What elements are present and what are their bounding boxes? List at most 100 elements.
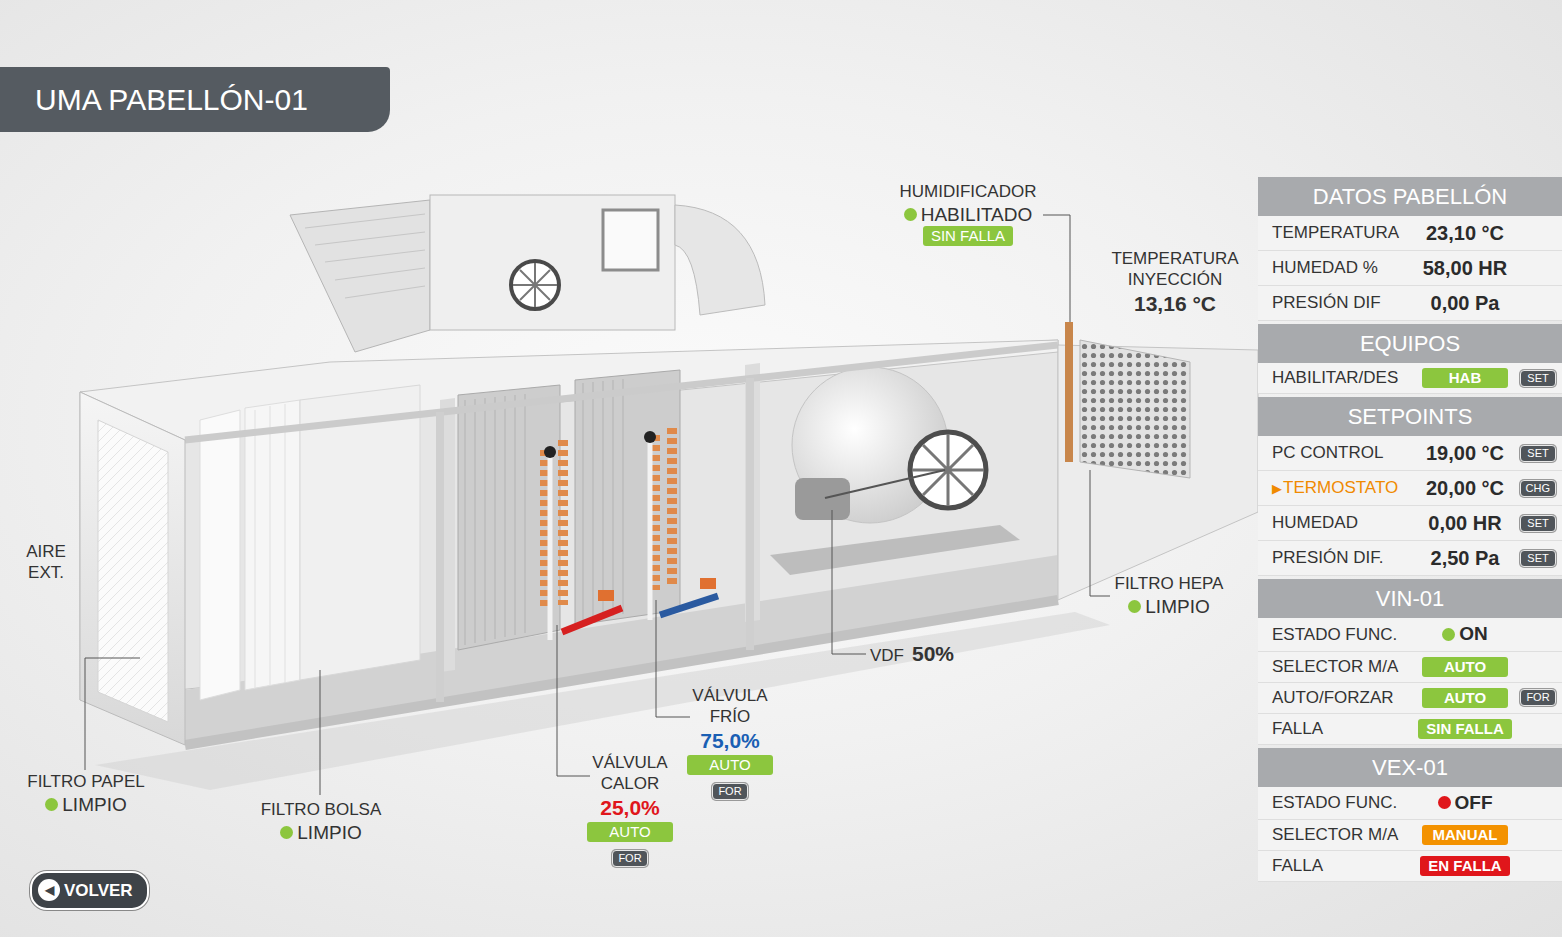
callout-label: FRÍO	[678, 707, 782, 728]
row-label-text: HUMEDAD	[1272, 513, 1358, 532]
row-value-cell: 23,10 °C	[1418, 218, 1512, 248]
callout-label: VÁLVULA	[678, 686, 782, 707]
row-label-text: FALLA	[1272, 856, 1323, 875]
state-badge[interactable]: SIN FALLA	[1418, 719, 1512, 739]
panel-row: FALLA SIN FALLA	[1258, 714, 1562, 745]
row-action-button[interactable]: CHG	[1520, 480, 1556, 497]
mode-badge[interactable]: AUTO	[687, 755, 773, 775]
panel-row: FALLA EN FALLA	[1258, 851, 1562, 882]
row-value: 23,10 °C	[1426, 218, 1504, 248]
row-label: PRESIÓN DIF.	[1272, 545, 1418, 571]
force-button[interactable]: FOR	[612, 850, 648, 867]
callout-label: FILTRO BOLSA	[250, 800, 392, 821]
row-value-cell: HAB	[1418, 368, 1512, 388]
callout-label: FILTRO HEPA	[1105, 574, 1233, 595]
state-badge[interactable]: HAB	[1422, 368, 1508, 388]
back-arrow-icon[interactable]: ◀	[38, 879, 60, 901]
page-title: UMA PABELLÓN-01	[0, 67, 390, 132]
status-text: LIMPIO	[62, 793, 126, 816]
panel-row: TEMPERATURA 23,10 °C	[1258, 216, 1562, 251]
row-label-text: HABILITAR/DES	[1272, 368, 1398, 387]
row-label: TEMPERATURA	[1272, 220, 1418, 246]
row-label: AUTO/FORZAR	[1272, 685, 1418, 711]
panel-row: PRESIÓN DIF. 2,50 Pa SET	[1258, 541, 1562, 576]
status-text: LIMPIO	[297, 821, 361, 844]
row-value-cell: OFF	[1418, 789, 1512, 818]
callout-label: HUMIDIFICADOR	[893, 182, 1043, 203]
row-value-cell: AUTO	[1418, 688, 1512, 708]
callout-inline: VDF 50%	[870, 640, 980, 667]
row-label-text: TERMOSTATO	[1283, 478, 1398, 497]
row-label-text: ESTADO FUNC.	[1272, 793, 1397, 812]
row-action-button[interactable]: SET	[1520, 550, 1556, 567]
row-value-cell: AUTO	[1418, 657, 1512, 677]
callout-status: LIMPIO	[250, 821, 392, 844]
row-value: 2,50 Pa	[1431, 543, 1500, 573]
panel-row: HUMEDAD % 58,00 HR	[1258, 251, 1562, 286]
panel-row: HABILITAR/DES HAB SET	[1258, 363, 1562, 394]
panel-row: AUTO/FORZARAUTO FOR	[1258, 683, 1562, 714]
row-action-button[interactable]: SET	[1520, 445, 1556, 462]
status-dot-icon	[45, 798, 58, 811]
diagram-callout: FILTRO HEPALIMPIO	[1105, 574, 1233, 618]
callout-label: VDF	[870, 646, 904, 667]
row-value-cell: 20,00 °C	[1418, 473, 1512, 503]
mode-badge[interactable]: AUTO	[587, 822, 673, 842]
row-value: 19,00 °C	[1426, 438, 1504, 468]
diagram-callout: FILTRO BOLSALIMPIO	[250, 800, 392, 844]
force-button[interactable]: FOR	[712, 783, 748, 800]
state-badge[interactable]: AUTO	[1422, 688, 1508, 708]
row-label: ESTADO FUNC.	[1272, 622, 1418, 648]
mode-badge[interactable]: SIN FALLA	[923, 226, 1013, 246]
coils	[458, 370, 718, 650]
leader-lines	[85, 215, 1110, 795]
row-label-text: SELECTOR M/A	[1272, 825, 1398, 844]
row-value: 0,00 HR	[1428, 508, 1501, 538]
callout-badge-wrap: AUTO	[578, 822, 682, 843]
status-text: OFF	[1455, 789, 1493, 818]
status-dot-icon	[1438, 796, 1451, 809]
diagram-callout: FILTRO PAPELLIMPIO	[16, 772, 156, 816]
callout-status: LIMPIO	[1105, 595, 1233, 618]
section-header: VIN-01	[1258, 579, 1562, 618]
row-value-cell: EN FALLA	[1418, 856, 1512, 876]
state-badge[interactable]: MANUAL	[1422, 825, 1508, 845]
row-label: HUMEDAD	[1272, 510, 1418, 536]
callout-value: 50%	[912, 640, 954, 667]
status-text: HABILITADO	[921, 203, 1033, 226]
callout-label: TEMPERATURA	[1105, 249, 1245, 270]
diagram-callout: TEMPERATURAINYECCIÓN13,16 °C	[1105, 249, 1245, 318]
row-value: 20,00 °C	[1426, 473, 1504, 503]
callout-status: HABILITADO	[893, 203, 1043, 226]
row-label: HUMEDAD %	[1272, 255, 1418, 281]
panel-row: PC CONTROL19,00 °CSET	[1258, 436, 1562, 471]
status-text: LIMPIO	[1145, 595, 1209, 618]
callout-label: INYECCIÓN	[1105, 270, 1245, 291]
panel-row: SELECTOR M/A MANUAL	[1258, 820, 1562, 851]
row-label-text: HUMEDAD %	[1272, 258, 1378, 277]
status-dot-icon	[904, 208, 917, 221]
row-label: SELECTOR M/A	[1272, 654, 1418, 680]
diagram-callout: AIREEXT.	[16, 542, 76, 583]
row-action-button[interactable]: FOR	[1520, 689, 1556, 706]
supply-fan	[770, 367, 1020, 575]
row-label-text: ESTADO FUNC.	[1272, 625, 1397, 644]
row-label: ESTADO FUNC.	[1272, 790, 1418, 816]
callout-label: EXT.	[16, 563, 76, 584]
row-label: ▶TERMOSTATO	[1272, 475, 1418, 501]
callout-label: VÁLVULA	[578, 753, 682, 774]
state-badge[interactable]: EN FALLA	[1420, 856, 1509, 876]
back-label[interactable]: VOLVER	[64, 878, 133, 904]
panel-row: ESTADO FUNC. ON	[1258, 618, 1562, 652]
status-dot-icon	[1128, 600, 1141, 613]
row-label: FALLA	[1272, 853, 1418, 879]
row-value: 58,00 HR	[1423, 253, 1508, 283]
state-badge[interactable]: AUTO	[1422, 657, 1508, 677]
panel-row: PRESIÓN DIF0,00 Pa	[1258, 286, 1562, 321]
status-dot-icon	[1442, 628, 1455, 641]
row-label-text: FALLA	[1272, 719, 1323, 738]
back-button[interactable]: ◀VOLVER	[30, 871, 149, 911]
row-action-button[interactable]: SET	[1520, 515, 1556, 532]
row-value-cell: ON	[1418, 620, 1512, 649]
row-action-button[interactable]: SET	[1520, 370, 1556, 387]
